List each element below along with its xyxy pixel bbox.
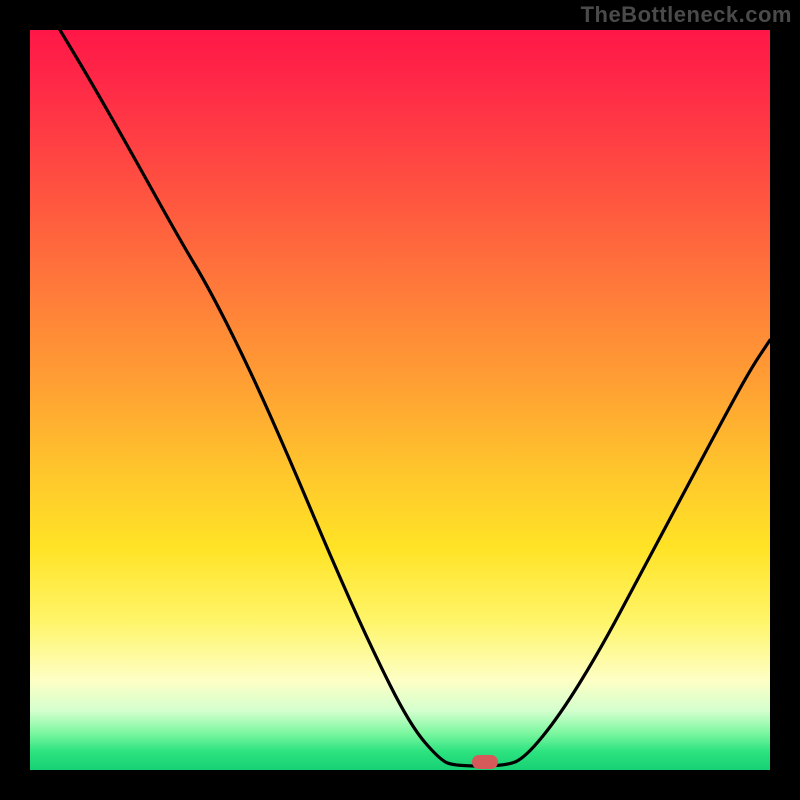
optimal-marker [472,755,498,769]
watermark-text: TheBottleneck.com [581,2,792,28]
curve-path [60,30,770,766]
bottleneck-curve [30,30,770,770]
plot-area [30,30,770,770]
chart-frame: TheBottleneck.com [0,0,800,800]
